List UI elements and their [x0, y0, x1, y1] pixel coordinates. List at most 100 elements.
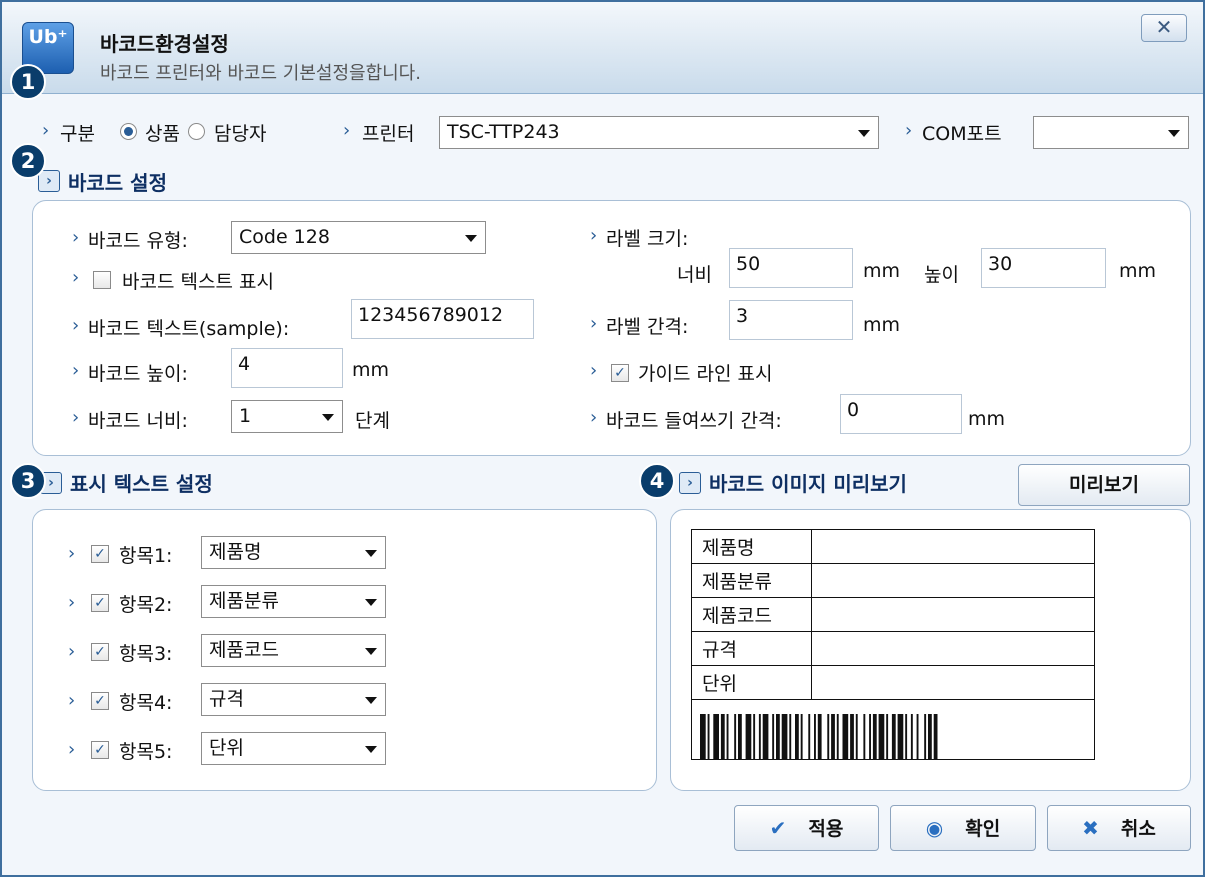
bullet-arrow-icon: › [590, 225, 598, 246]
radio-product-label[interactable]: 상품 [145, 119, 180, 146]
chevron-down-icon [365, 599, 377, 606]
cancel-button[interactable]: ✖ 취소 [1047, 805, 1191, 851]
barcode-height-label: 바코드 높이: [88, 363, 188, 385]
step-badge-3: 3 [10, 463, 46, 499]
preview-value-cell [811, 631, 1095, 666]
item-label: 항목4: [119, 692, 173, 714]
bullet-arrow-icon: › [590, 313, 598, 334]
label-gap-unit: mm [863, 314, 901, 336]
com-port-label: COM포트 [922, 123, 1002, 145]
bullet-arrow-icon: › [72, 315, 80, 336]
barcode-height-input[interactable]: 4 [231, 348, 343, 388]
label-height-label: 높이 [924, 264, 959, 286]
radio-manager[interactable] [188, 123, 205, 140]
close-icon: ✕ [1155, 15, 1173, 39]
barcode-indent-input[interactable]: 0 [840, 394, 962, 434]
table-row: 제품명 [691, 529, 1095, 564]
display-text-settings-heading: 표시 텍스트 설정 [70, 472, 213, 496]
label-gap-input[interactable]: 3 [729, 300, 853, 340]
barcode-indent-unit: mm [968, 408, 1006, 430]
preview-cell: 단위 [691, 665, 812, 700]
item-checkbox[interactable]: ✓ [91, 741, 109, 759]
chevron-down-icon [465, 235, 477, 242]
table-row: 규격 [691, 631, 1095, 666]
item-checkbox[interactable]: ✓ [91, 692, 109, 710]
bullet-arrow-icon: › [905, 120, 913, 141]
item-select[interactable]: 규격 [201, 683, 386, 716]
preview-value-cell [811, 597, 1095, 632]
section-arrow-icon: › [679, 472, 701, 494]
item-select[interactable]: 제품분류 [201, 585, 386, 618]
table-row: 제품코드 [691, 597, 1095, 632]
chevron-down-icon [1168, 130, 1180, 137]
ok-label: 확인 [965, 818, 1001, 840]
preview-value-cell [811, 529, 1095, 564]
bullet-arrow-icon: › [72, 227, 80, 248]
label-height-input[interactable]: 30 [981, 248, 1106, 288]
radio-product[interactable] [120, 123, 137, 140]
bullet-arrow-icon: › [72, 407, 80, 428]
ok-button[interactable]: ◉ 확인 [890, 805, 1036, 851]
step-badge-1: 1 [10, 64, 46, 100]
item-select[interactable]: 제품코드 [201, 634, 386, 667]
preview-button[interactable]: 미리보기 [1018, 464, 1190, 506]
item-checkbox[interactable]: ✓ [91, 643, 109, 661]
preview-value-cell [811, 563, 1095, 598]
x-icon: ✖ [1082, 816, 1099, 840]
bullet-arrow-icon: › [590, 407, 598, 428]
barcode-width-select[interactable]: 1 [231, 400, 343, 433]
barcode-type-select[interactable]: Code 128 [231, 221, 486, 254]
barcode-type-label: 바코드 유형: [88, 230, 188, 252]
bullet-arrow-icon: › [68, 641, 76, 662]
preview-cell: 제품분류 [691, 563, 812, 598]
barcode-text-input[interactable]: 123456789012 [351, 299, 534, 339]
show-barcode-text-checkbox[interactable] [93, 271, 111, 289]
chevron-down-icon [365, 746, 377, 753]
guide-line-label[interactable]: 가이드 라인 표시 [638, 359, 772, 386]
barcode-image [700, 714, 938, 759]
item-value: 제품코드 [209, 639, 279, 661]
item-select[interactable]: 단위 [201, 732, 386, 765]
label-width-input[interactable]: 50 [729, 248, 853, 288]
item-select[interactable]: 제품명 [201, 536, 386, 569]
label-width-unit: mm [863, 260, 901, 282]
com-port-select[interactable] [1033, 116, 1189, 149]
chevron-down-icon [322, 414, 334, 421]
section-arrow-icon: › [38, 170, 60, 192]
label-width-label: 너비 [677, 264, 712, 286]
item-label: 항목3: [119, 643, 173, 665]
close-button[interactable]: ✕ [1141, 14, 1187, 42]
item-checkbox[interactable]: ✓ [91, 545, 109, 563]
step-badge-2: 2 [10, 143, 46, 179]
guide-line-checkbox[interactable]: ✓ [611, 364, 629, 382]
chevron-down-icon [858, 130, 870, 137]
bullet-arrow-icon: › [72, 360, 80, 381]
dialog-window: Ub⁺ 바코드환경설정 바코드 프린터와 바코드 기본설정을합니다. ✕ 1 2… [0, 0, 1205, 877]
barcode-settings-heading: 바코드 설정 [68, 171, 167, 195]
dialog-title: 바코드환경설정 [100, 32, 229, 56]
item-checkbox[interactable]: ✓ [91, 594, 109, 612]
dot-icon: ◉ [925, 816, 944, 840]
preview-cell: 규격 [691, 631, 812, 666]
bullet-arrow-icon: › [68, 543, 76, 564]
radio-manager-label[interactable]: 담당자 [214, 119, 266, 146]
dialog-subtitle: 바코드 프린터와 바코드 기본설정을합니다. [100, 63, 421, 84]
barcode-preview-heading: 바코드 이미지 미리보기 [709, 472, 907, 496]
bullet-arrow-icon: › [68, 592, 76, 613]
chevron-down-icon [365, 697, 377, 704]
barcode-text-label: 바코드 텍스트(sample): [88, 318, 290, 340]
item-value: 제품분류 [209, 590, 279, 612]
printer-value: TSC-TTP243 [447, 121, 560, 143]
step-badge-4: 4 [639, 463, 675, 499]
barcode-width-value: 1 [239, 405, 252, 427]
apply-button[interactable]: ✔ 적용 [734, 805, 879, 851]
show-barcode-text-label[interactable]: 바코드 텍스트 표시 [122, 267, 274, 294]
item-value: 규격 [209, 688, 244, 710]
bullet-arrow-icon: › [590, 360, 598, 381]
title-bar: Ub⁺ 바코드환경설정 바코드 프린터와 바코드 기본설정을합니다. ✕ [2, 2, 1203, 746]
barcode-indent-label: 바코드 들여쓰기 간격: [606, 410, 782, 432]
category-label: 구분 [60, 123, 95, 145]
label-size-label: 라벨 크기: [606, 228, 689, 250]
bullet-arrow-icon: › [343, 120, 351, 141]
printer-select[interactable]: TSC-TTP243 [439, 116, 879, 149]
